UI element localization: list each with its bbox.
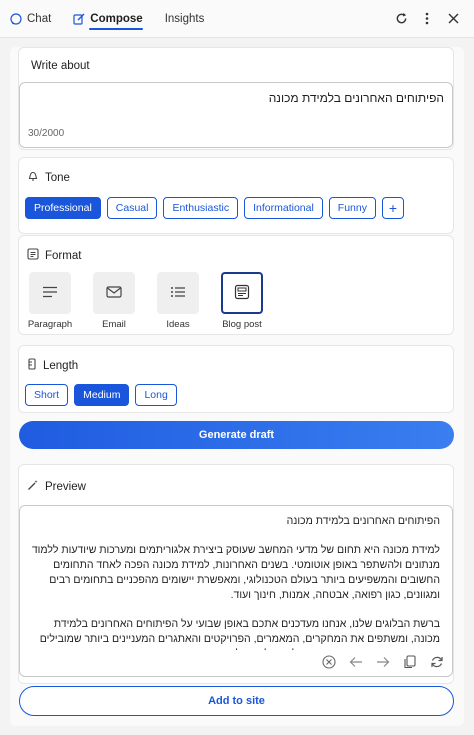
length-chip-long[interactable]: Long xyxy=(135,384,177,406)
copy-icon[interactable] xyxy=(401,653,419,671)
tone-chip-professional[interactable]: Professional xyxy=(25,197,101,219)
format-option-paragraph[interactable]: Paragraph xyxy=(27,272,73,330)
preview-title: הפיתוחים האחרונים בלמידת מכונה xyxy=(286,515,440,527)
tab-insights-label: Insights xyxy=(164,12,205,25)
arrow-left-icon[interactable] xyxy=(347,653,365,671)
length-chip-short[interactable]: Short xyxy=(25,384,69,406)
refresh-icon[interactable] xyxy=(390,8,412,30)
tab-chat-label: Chat xyxy=(27,12,52,25)
tone-section: Tone Professional Casual Enthusiastic In… xyxy=(18,157,454,234)
top-bar: Chat Compose Insights xyxy=(0,0,474,38)
preview-toolbar xyxy=(320,653,446,671)
format-option-ideas[interactable]: Ideas xyxy=(155,272,201,330)
compose-icon xyxy=(73,13,85,25)
regenerate-icon[interactable] xyxy=(428,653,446,671)
paragraph-icon xyxy=(42,286,58,301)
generate-draft-button[interactable]: Generate draft xyxy=(19,421,454,449)
length-heading: Length xyxy=(27,358,78,373)
format-options: Paragraph Email Ideas Blog post xyxy=(27,272,265,330)
write-about-value: הפיתוחים האחרונים בלמידת מכונה xyxy=(268,91,444,105)
magic-wand-icon xyxy=(27,479,39,494)
format-option-email-label: Email xyxy=(102,319,126,330)
preview-heading: Preview xyxy=(27,479,86,494)
tab-compose[interactable]: Compose xyxy=(73,0,144,38)
tone-chip-informational[interactable]: Informational xyxy=(244,197,323,219)
add-tone-button[interactable]: + xyxy=(381,197,404,219)
list-icon xyxy=(170,286,186,301)
preview-textarea[interactable]: הפיתוחים האחרונים בלמידת מכונה למידת מכו… xyxy=(19,505,453,677)
tone-chip-casual[interactable]: Casual xyxy=(106,197,158,219)
format-option-blog-post-label: Blog post xyxy=(222,319,262,330)
format-option-blog-post[interactable]: Blog post xyxy=(219,272,265,330)
blog-post-icon xyxy=(234,284,250,303)
tone-chip-enthusiastic[interactable]: Enthusiastic xyxy=(163,197,239,219)
close-circle-icon[interactable] xyxy=(320,653,338,671)
tone-heading: Tone xyxy=(27,170,70,185)
write-about-label: Write about xyxy=(31,60,90,72)
preview-section: Preview הפיתוחים האחרונים בלמידת מכונה ל… xyxy=(18,464,454,684)
length-label: Length xyxy=(43,359,79,372)
tab-chat[interactable]: Chat xyxy=(10,0,51,38)
tone-label: Tone xyxy=(45,171,70,184)
format-option-paragraph-label: Paragraph xyxy=(27,319,73,330)
tab-insights[interactable]: Insights xyxy=(165,0,205,38)
length-chip-medium[interactable]: Medium xyxy=(74,384,130,406)
length-icon xyxy=(27,358,37,373)
format-option-ideas-label: Ideas xyxy=(166,319,190,330)
format-option-email[interactable]: Email xyxy=(91,272,137,330)
arrow-right-icon[interactable] xyxy=(374,653,392,671)
write-about-section: Write about הפיתוחים האחרונים בלמידת מכו… xyxy=(18,47,454,150)
format-icon xyxy=(27,248,39,263)
preview-paragraph-2: ברשת הבלוגים שלנו, אנחנו מעדכנים אתכם בא… xyxy=(39,618,440,650)
close-icon[interactable] xyxy=(442,8,464,30)
chat-icon xyxy=(10,12,22,25)
tone-bell-icon xyxy=(27,170,39,185)
more-vertical-icon[interactable] xyxy=(416,8,438,30)
format-heading: Format xyxy=(27,248,81,263)
character-counter: 30/2000 xyxy=(28,128,65,139)
tone-options: Professional Casual Enthusiastic Informa… xyxy=(25,197,404,219)
compose-panel: Write about הפיתוחים האחרונים בלמידת מכו… xyxy=(10,47,464,726)
length-options: Short Medium Long xyxy=(25,384,177,406)
tab-compose-label: Compose xyxy=(90,12,143,25)
write-about-input[interactable]: הפיתוחים האחרונים בלמידת מכונה 30/2000 xyxy=(19,82,453,148)
format-label: Format xyxy=(45,249,82,262)
tone-chip-funny[interactable]: Funny xyxy=(328,197,376,219)
preview-label: Preview xyxy=(45,480,86,493)
preview-content: הפיתוחים האחרונים בלמידת מכונה למידת מכו… xyxy=(26,514,440,650)
length-section: Length Short Medium Long xyxy=(18,345,454,413)
format-section: Format Paragraph Email Ideas Blog post xyxy=(18,235,454,335)
add-to-site-button[interactable]: Add to site xyxy=(19,686,454,716)
preview-paragraph-1: למידת מכונה היא תחום של מדעי המחשב שעוסק… xyxy=(31,544,440,601)
email-icon xyxy=(106,285,122,301)
